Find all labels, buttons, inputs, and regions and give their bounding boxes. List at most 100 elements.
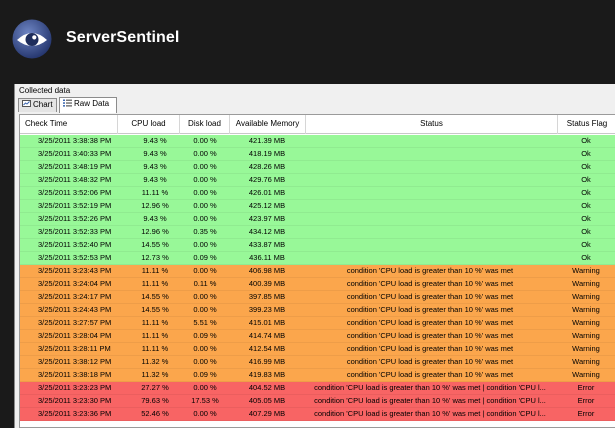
raw-data-grid[interactable]: Check Time CPU load Disk load Available …: [19, 114, 615, 428]
cell-status-flag: Error: [577, 396, 595, 405]
column-header-cpu-load[interactable]: CPU load: [118, 115, 180, 134]
app-title: ServerSentinel: [66, 29, 180, 46]
cell-cpu-load: 12.96 %: [141, 227, 169, 236]
table-row[interactable]: 3/25/2011 3:23:36 PM 52.46 % 0.00 % 407.29 …: [20, 408, 615, 421]
table-row[interactable]: 3/25/2011 3:28:11 PM 11.11 % 0.00 % 412.54 …: [20, 343, 615, 356]
cell-check-time: 3/25/2011 3:38:38 PM: [38, 136, 112, 145]
cell-cpu-load: 9.43 %: [143, 214, 167, 223]
cell-available-memory: 418.19 MB: [248, 149, 286, 158]
column-header-status-flag[interactable]: Status Flag: [558, 115, 615, 134]
cell-status-flag: Warning: [572, 357, 600, 366]
table-row[interactable]: 3/25/2011 3:24:04 PM 11.11 % 0.11 % 400.39 …: [20, 278, 615, 291]
cell-check-time: 3/25/2011 3:52:53 PM: [38, 253, 112, 262]
table-row[interactable]: 3/25/2011 3:23:23 PM 27.27 % 0.00 % 404.52 …: [20, 382, 615, 395]
cell-disk-load: 0.00 %: [193, 266, 217, 275]
cell-status: condition 'CPU load is greater than 10 %…: [346, 344, 514, 353]
cell-cpu-load: 11.11 %: [141, 279, 169, 288]
cell-check-time: 3/25/2011 3:23:36 PM: [38, 409, 112, 418]
column-header-disk-load[interactable]: Disk load: [180, 115, 230, 134]
cell-disk-load: 0.00 %: [193, 344, 217, 353]
list-icon: [63, 99, 72, 107]
cell-disk-load: 0.00 %: [193, 214, 217, 223]
group-label: Collected data: [19, 86, 71, 95]
cell-available-memory: 404.52 MB: [248, 383, 286, 392]
cell-status-flag: Ok: [581, 162, 591, 171]
cell-check-time: 3/25/2011 3:24:04 PM: [38, 279, 112, 288]
table-row[interactable]: 3/25/2011 3:28:04 PM 11.11 % 0.09 % 414.74 …: [20, 330, 615, 343]
table-row[interactable]: 3/25/2011 3:52:26 PM 9.43 % 0.00 % 423.97 M…: [20, 213, 615, 226]
cell-disk-load: 0.00 %: [193, 383, 217, 392]
cell-status: [302, 187, 558, 200]
table-row[interactable]: 3/25/2011 3:24:17 PM 14.55 % 0.00 % 397.85 …: [20, 291, 615, 304]
table-row[interactable]: 3/25/2011 3:52:33 PM 12.96 % 0.35 % 434.12 …: [20, 226, 615, 239]
cell-status-flag: Ok: [581, 240, 591, 249]
cell-status-flag: Warning: [572, 266, 600, 275]
cell-disk-load: 0.35 %: [193, 227, 217, 236]
table-row[interactable]: 3/25/2011 3:48:32 PM 9.43 % 0.00 % 429.76 M…: [20, 174, 615, 187]
cell-check-time: 3/25/2011 3:27:57 PM: [38, 318, 112, 327]
cell-status-flag: Warning: [572, 292, 600, 301]
app-header: ServerSentinel: [0, 0, 615, 84]
cell-cpu-load: 11.11 %: [141, 266, 169, 275]
cell-check-time: 3/25/2011 3:48:19 PM: [38, 162, 112, 171]
table-row[interactable]: 3/25/2011 3:52:06 PM 11.11 % 0.00 % 426.01 …: [20, 187, 615, 200]
cell-status-flag: Warning: [572, 370, 600, 379]
cell-status: [302, 252, 558, 265]
cell-available-memory: 423.97 MB: [248, 214, 286, 223]
cell-disk-load: 0.00 %: [193, 357, 217, 366]
cell-disk-load: 0.00 %: [193, 136, 217, 145]
cell-status-flag: Error: [577, 383, 595, 392]
table-row[interactable]: 3/25/2011 3:38:12 PM 11.32 % 0.00 % 416.99 …: [20, 356, 615, 369]
collected-data-panel: Collected data Chart Raw Data Check Time…: [14, 84, 615, 428]
table-row[interactable]: 3/25/2011 3:52:19 PM 12.96 % 0.00 % 425.12 …: [20, 200, 615, 213]
cell-status: condition 'CPU load is greater than 10 %…: [346, 318, 514, 327]
cell-status-flag: Ok: [581, 227, 591, 236]
cell-status: condition 'CPU load is greater than 10 %…: [346, 292, 514, 301]
cell-available-memory: 419.83 MB: [248, 370, 286, 379]
tab-chart[interactable]: Chart: [18, 98, 57, 112]
cell-available-memory: 405.05 MB: [248, 396, 286, 405]
table-row[interactable]: 3/25/2011 3:38:38 PM 9.43 % 0.00 % 421.39 M…: [20, 135, 615, 148]
tab-chart-label: Chart: [33, 100, 53, 109]
column-header-check-time[interactable]: Check Time: [20, 115, 118, 134]
column-header-available-memory[interactable]: Available Memory: [230, 115, 306, 134]
tab-raw-data[interactable]: Raw Data: [59, 97, 117, 113]
cell-cpu-load: 27.27 %: [141, 383, 169, 392]
cell-check-time: 3/25/2011 3:28:04 PM: [38, 331, 112, 340]
cell-status: [302, 161, 558, 174]
cell-disk-load: 0.00 %: [193, 292, 217, 301]
cell-check-time: 3/25/2011 3:38:12 PM: [38, 357, 112, 366]
cell-status: condition 'CPU load is greater than 10 %…: [346, 305, 514, 314]
cell-status: [302, 148, 558, 161]
grid-header: Check Time CPU load Disk load Available …: [20, 115, 615, 134]
cell-cpu-load: 9.43 %: [143, 162, 167, 171]
column-header-status[interactable]: Status: [306, 115, 558, 134]
cell-available-memory: 434.12 MB: [248, 227, 286, 236]
cell-disk-load: 0.00 %: [193, 188, 217, 197]
cell-check-time: 3/25/2011 3:24:17 PM: [38, 292, 112, 301]
cell-disk-load: 0.00 %: [193, 149, 217, 158]
cell-cpu-load: 11.11 %: [141, 188, 169, 197]
cell-check-time: 3/25/2011 3:52:33 PM: [38, 227, 112, 236]
cell-status: condition 'CPU load is greater than 10 %…: [346, 266, 514, 275]
table-row[interactable]: 3/25/2011 3:24:43 PM 14.55 % 0.00 % 399.23 …: [20, 304, 615, 317]
table-row[interactable]: 3/25/2011 3:52:40 PM 14.55 % 0.00 % 433.87 …: [20, 239, 615, 252]
cell-available-memory: 428.26 MB: [248, 162, 286, 171]
cell-available-memory: 415.01 MB: [248, 318, 286, 327]
table-row[interactable]: 3/25/2011 3:23:43 PM 11.11 % 0.00 % 406.98 …: [20, 265, 615, 278]
cell-status-flag: Ok: [581, 253, 591, 262]
cell-disk-load: 17.53 %: [191, 396, 219, 405]
table-row[interactable]: 3/25/2011 3:38:18 PM 11.32 % 0.09 % 419.83 …: [20, 369, 615, 382]
cell-cpu-load: 11.11 %: [141, 344, 169, 353]
cell-available-memory: 421.39 MB: [248, 136, 286, 145]
table-row[interactable]: 3/25/2011 3:48:19 PM 9.43 % 0.00 % 428.26 M…: [20, 161, 615, 174]
cell-status: [302, 213, 558, 226]
cell-cpu-load: 11.11 %: [141, 331, 169, 340]
table-row[interactable]: 3/25/2011 3:40:33 PM 9.43 % 0.00 % 418.19 M…: [20, 148, 615, 161]
cell-available-memory: 400.39 MB: [248, 279, 286, 288]
cell-disk-load: 5.51 %: [193, 318, 217, 327]
table-row[interactable]: 3/25/2011 3:23:30 PM 79.63 % 17.53 % 405.05…: [20, 395, 615, 408]
cell-status: [302, 239, 558, 252]
table-row[interactable]: 3/25/2011 3:52:53 PM 12.73 % 0.09 % 436.11 …: [20, 252, 615, 265]
table-row[interactable]: 3/25/2011 3:27:57 PM 11.11 % 5.51 % 415.01 …: [20, 317, 615, 330]
